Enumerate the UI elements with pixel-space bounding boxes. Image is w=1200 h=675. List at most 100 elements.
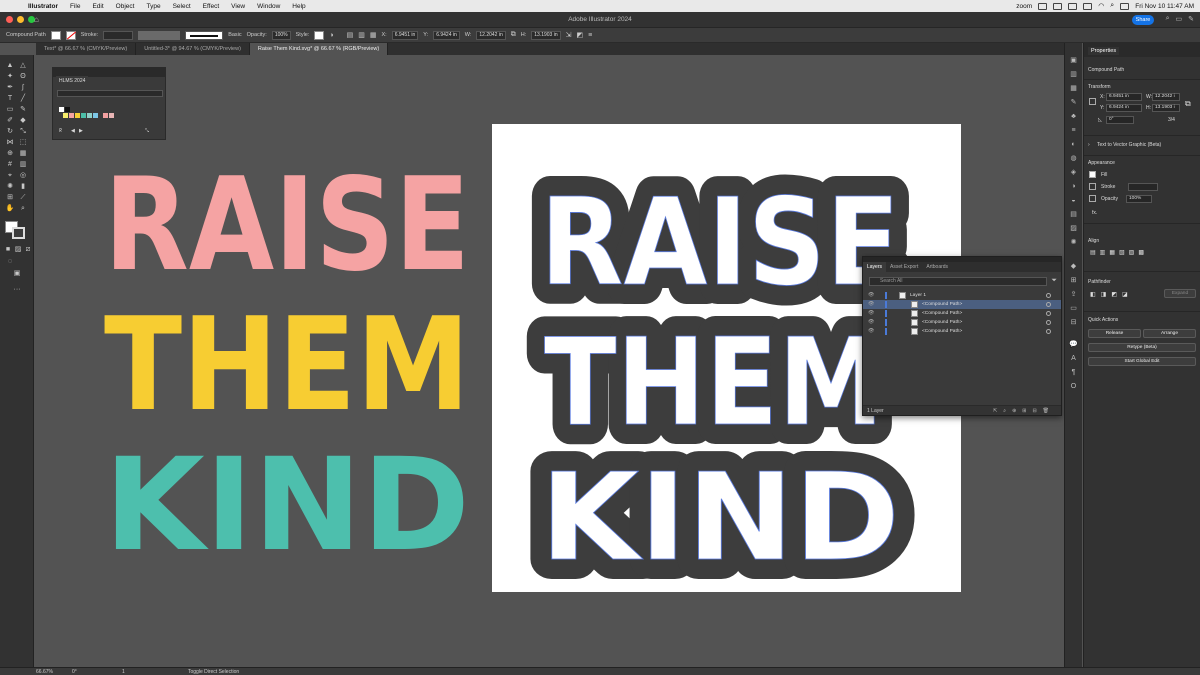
menu-effect[interactable]: Effect <box>197 3 226 10</box>
mesh-tool-icon[interactable]: # <box>5 160 15 169</box>
swatch-chip[interactable] <box>109 113 114 118</box>
artboards-dock-icon[interactable]: ⊞ <box>1069 277 1078 285</box>
slice-tool-icon[interactable]: ⟋ <box>18 193 28 202</box>
menu-object[interactable]: Object <box>110 3 141 10</box>
workspace-switcher-icon[interactable]: ▭ <box>1176 15 1183 23</box>
visibility-eye-icon[interactable]: 👁 <box>868 291 874 300</box>
recolor-icon[interactable]: ◑ <box>329 32 333 39</box>
tab-raise-them-kind[interactable]: Raise Them Kind.svg* @ 66.67 % (RGB/Prev… <box>249 43 389 55</box>
constrain-link-icon[interactable]: ⧉ <box>511 31 516 39</box>
search-help-icon[interactable]: ⌕ <box>1166 15 1170 23</box>
height-field[interactable]: 13.1903 in <box>531 30 561 40</box>
align-options-icon[interactable]: ▥ <box>358 31 365 39</box>
opacity-field[interactable]: 100% <box>1126 195 1152 203</box>
draw-mode-icon[interactable]: ◌ <box>5 257 15 266</box>
sublayer-name[interactable]: <Compound Path> <box>922 318 962 327</box>
zoom-tool-icon[interactable]: ⌕ <box>18 204 28 213</box>
menu-app-name[interactable]: Illustrator <box>22 3 64 10</box>
fill-label[interactable]: Fill <box>1101 172 1107 178</box>
swatch-library-menu-icon[interactable]: ᖇ <box>59 128 62 134</box>
stroke-label[interactable]: Stroke <box>1101 184 1115 190</box>
color-mode-icon[interactable]: ■ <box>3 245 13 254</box>
zoom-level[interactable]: 66.67% <box>36 669 53 675</box>
perspective-grid-tool-icon[interactable]: ▦ <box>18 149 28 158</box>
appearance-panel-icon[interactable]: ◍ <box>1069 155 1078 163</box>
isolate-icon[interactable]: ◩ <box>576 31 583 39</box>
swatch-search-input[interactable] <box>57 90 163 97</box>
brush-definition[interactable] <box>185 30 224 40</box>
pathfinder-dock-icon[interactable]: ⊟ <box>1069 319 1078 327</box>
stroke-swatch[interactable] <box>65 30 76 40</box>
wifi-icon[interactable]: ◠ <box>1098 2 1104 10</box>
art-line-them[interactable]: THEM <box>104 291 470 440</box>
menu-help[interactable]: Help <box>286 3 311 10</box>
fill-swatch[interactable] <box>1089 171 1096 178</box>
swatch-chip[interactable] <box>87 113 92 118</box>
expand-button[interactable]: Expand <box>1164 289 1196 298</box>
release-button[interactable]: Release <box>1088 329 1141 338</box>
sublayer-name[interactable]: <Compound Path> <box>922 309 962 318</box>
rectangle-tool-icon[interactable]: ▭ <box>5 105 15 114</box>
next-library-icon[interactable]: ▶ <box>79 128 83 134</box>
gradient-icon[interactable]: ▨ <box>1069 225 1078 233</box>
search-icon[interactable]: ⌕ <box>1110 2 1114 10</box>
stroke-panel-icon[interactable]: ≡ <box>1069 127 1078 135</box>
retype-button[interactable]: Retype (Beta) <box>1088 343 1196 352</box>
sublayer-row[interactable]: 👁 <Compound Path> <box>863 318 1061 327</box>
gradient-mode-icon[interactable]: ▨ <box>13 245 23 254</box>
sublayer-row[interactable]: 👁 <Compound Path> <box>863 300 1061 309</box>
mono-them[interactable]: THEM <box>544 314 885 454</box>
color-guide-icon[interactable]: ◒ <box>1069 197 1078 205</box>
swatch-chip[interactable] <box>59 107 64 112</box>
sublayer-target-icon[interactable] <box>1046 311 1051 316</box>
type-tool-icon[interactable]: T <box>5 94 15 103</box>
sun-icon[interactable]: ✺ <box>1069 239 1078 247</box>
free-transform-tool-icon[interactable]: ⬚ <box>18 138 28 147</box>
constrain-proportions-icon[interactable]: ⧉ <box>1185 99 1191 109</box>
graphic-style-swatch[interactable] <box>314 30 325 40</box>
tab-asset-export[interactable]: Asset Export <box>886 262 922 272</box>
stroke-color-icon[interactable] <box>12 227 25 239</box>
layer-row[interactable]: 👁 Layer 1 <box>863 291 1061 300</box>
tray-battery-icon[interactable] <box>1083 2 1093 10</box>
gradient-panel-icon[interactable]: ▥ <box>1069 71 1078 79</box>
comments-dock-icon[interactable]: 💬 <box>1069 341 1078 349</box>
opacity-field[interactable]: 100% <box>271 30 291 40</box>
tab-properties[interactable]: Properties <box>1088 47 1120 55</box>
hand-tool-icon[interactable]: ✋ <box>5 204 15 213</box>
scale-tool-icon[interactable]: ⤡ <box>18 127 28 136</box>
text-to-vector-link[interactable]: Text to Vector Graphic (Beta) <box>1097 142 1161 148</box>
brushes-panel-icon[interactable]: ✎ <box>1069 99 1078 107</box>
width-field[interactable]: 12.2042 in <box>476 30 506 40</box>
more-options-icon[interactable]: ≡ <box>588 32 592 39</box>
zoom-tray-label[interactable]: zoom <box>1016 3 1032 10</box>
mono-raise[interactable]: RAISE <box>540 174 901 314</box>
mono-kind[interactable]: KIND <box>540 449 901 589</box>
visibility-eye-icon[interactable]: 👁 <box>868 309 874 318</box>
opacity-label[interactable]: Opacity: <box>247 32 267 38</box>
stroke-weight-field[interactable] <box>103 30 134 40</box>
visibility-eye-icon[interactable]: 👁 <box>868 327 874 336</box>
swatch-delete-icon[interactable]: ⤡ <box>145 128 149 134</box>
y-field[interactable]: 6.9424 in <box>433 30 460 40</box>
swatch-library-title[interactable]: HLMS 2024 <box>56 76 89 86</box>
blend-tool-icon[interactable]: ◎ <box>18 171 28 180</box>
menu-file[interactable]: File <box>64 3 86 10</box>
align-icon[interactable]: ▤ <box>347 31 354 39</box>
tab-untitled-3[interactable]: Untitled-3* @ 94.67 % (CMYK/Preview) <box>136 43 250 55</box>
swatch-chip[interactable] <box>103 113 108 118</box>
visibility-eye-icon[interactable]: 👁 <box>868 300 874 309</box>
libraries-icon[interactable]: ▣ <box>1069 57 1078 65</box>
visibility-eye-icon[interactable]: 👁 <box>868 318 874 327</box>
sublayer-target-icon[interactable] <box>1046 320 1051 325</box>
fx-button[interactable]: fx. <box>1092 210 1097 216</box>
layers-footer-actions-icon[interactable]: ⇱⌕⊕⊞⊟🗑 <box>993 406 1055 416</box>
swatch-chip[interactable] <box>93 113 98 118</box>
arrange-button[interactable]: Arrange <box>1143 329 1196 338</box>
align-buttons-icon[interactable]: ▤▥▦▧▨▩ <box>1090 249 1148 256</box>
variable-width-profile[interactable] <box>138 30 181 40</box>
tray-app-icon[interactable] <box>1038 2 1048 10</box>
direct-selection-tool-icon[interactable]: △ <box>18 61 28 70</box>
swatch-library-icon[interactable]: ▤ <box>1069 211 1078 219</box>
learn-icon[interactable]: ✎ <box>1188 15 1194 23</box>
